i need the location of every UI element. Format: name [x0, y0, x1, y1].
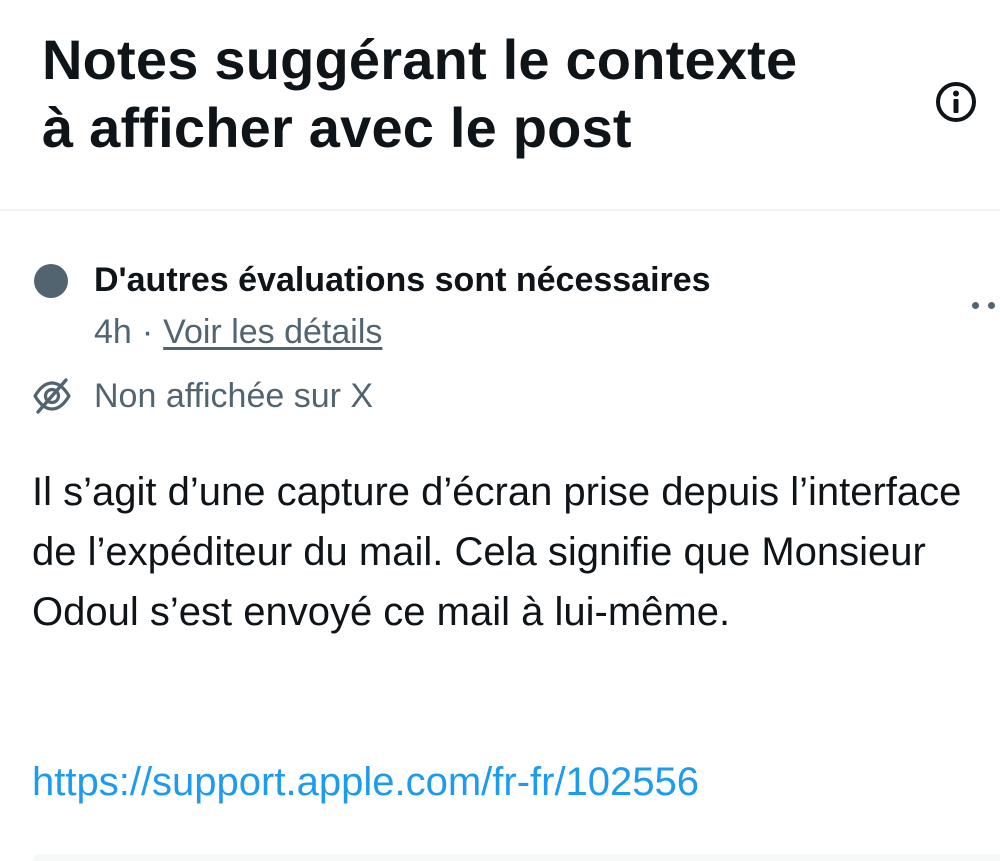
- community-notes-page: Notes suggérant le contexte à afficher a…: [0, 0, 1000, 861]
- next-card-edge: [32, 854, 1000, 861]
- more-dot-icon: [972, 302, 979, 309]
- info-circle-icon: [936, 82, 976, 122]
- details-link[interactable]: Voir les détails: [163, 313, 382, 351]
- eye-off-icon: [33, 378, 71, 414]
- visibility-status: Non affichée sur X: [32, 372, 732, 422]
- note-text: Il s’agit d’une capture d’écran prise de…: [32, 470, 962, 634]
- status-dot-icon: [34, 264, 68, 298]
- info-button[interactable]: [934, 80, 978, 124]
- note-timestamp: 4h: [94, 313, 132, 351]
- header-divider: [0, 209, 1000, 211]
- status-label: D'autres évaluations sont nécessaires: [94, 261, 711, 299]
- notes-header: Notes suggérant le contexte à afficher a…: [0, 0, 1000, 210]
- visibility-label: Non affichée sur X: [94, 377, 374, 415]
- meta-separator: ·: [141, 313, 154, 351]
- more-options-button[interactable]: [968, 296, 1000, 316]
- more-dot-icon: [988, 302, 995, 309]
- note-meta: 4h · Voir les détails: [94, 310, 382, 354]
- title-line-1: Notes suggérant le contexte: [42, 28, 798, 91]
- source-link[interactable]: https://support.apple.com/fr-fr/102556: [32, 752, 699, 812]
- title-line-2: à afficher avec le post: [42, 96, 632, 159]
- note-status: D'autres évaluations sont nécessaires: [32, 254, 962, 304]
- page-title: Notes suggérant le contexte à afficher a…: [42, 26, 902, 162]
